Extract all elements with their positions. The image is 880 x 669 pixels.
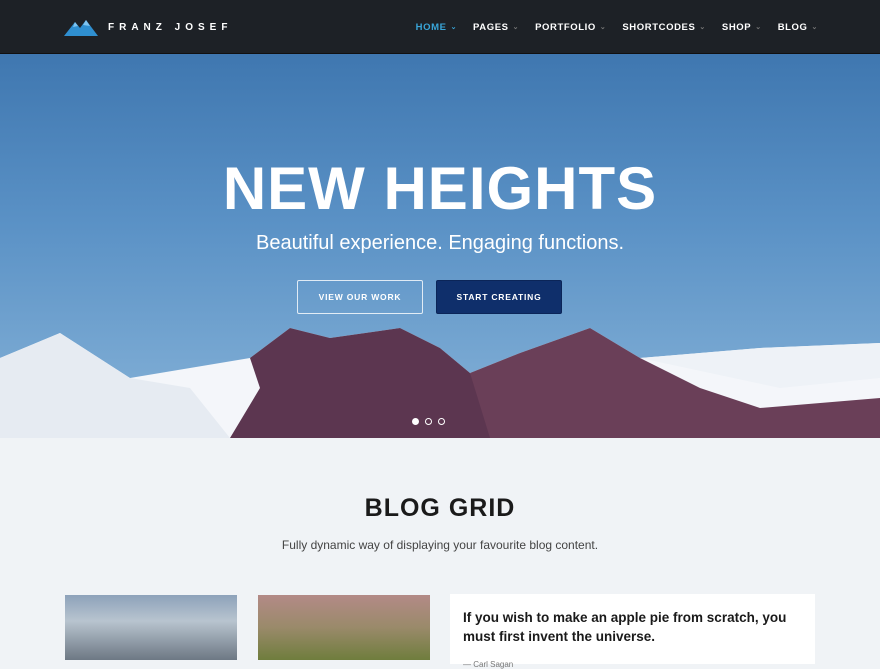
nav-label: HOME [415,21,447,33]
nav-item-blog[interactable]: BLOG ⌄ [778,22,818,33]
hero-subtitle: Beautiful experience. Engaging functions… [255,232,625,254]
logo-text: FRANZ JOSEF [108,21,233,33]
nav-item-home[interactable]: HOME ⌄ [416,22,457,33]
main-nav: HOME ⌄ PAGES ⌄ PORTFOLIO ⌄ SHORTCODES ⌄ SHOP… [400,0,818,54]
blog-section-subtitle: Fully dynamic way of displaying your fav… [281,538,599,552]
chevron-down-icon: ⌄ [450,24,458,31]
nav-label: PORTFOLIO [535,21,596,33]
nav-label: SHOP [721,21,752,33]
chevron-down-icon: ⌄ [599,24,607,31]
hero-slider: NEW HEIGHTS Beautiful experience. Engagi… [0,54,880,438]
nav-item-shortcodes[interactable]: SHORTCODES ⌄ [622,22,706,33]
quote-text: If you wish to make an apple pie from sc… [463,610,787,644]
chevron-down-icon: ⌄ [755,24,762,31]
blog-quote-card[interactable]: If you wish to make an apple pie from sc… [450,594,815,669]
slider-dots [412,418,451,425]
view-our-work-button[interactable]: VIEW OUR WORK [297,280,423,314]
chevron-down-icon: ⌄ [699,24,706,31]
nav-label: BLOG [777,21,808,33]
nav-item-shop[interactable]: SHOP ⌄ [722,22,762,33]
nav-item-pages[interactable]: PAGES ⌄ [473,22,519,33]
nav-label: PAGES [473,21,509,33]
slider-dot-3[interactable] [438,418,445,425]
blog-section-title: BLOG GRID [364,494,516,522]
nav-item-portfolio[interactable]: PORTFOLIO ⌄ [535,22,606,33]
start-creating-button[interactable]: START CREATING [436,280,562,314]
nav-label: SHORTCODES [622,21,696,33]
blog-card-image-garden[interactable] [258,595,430,660]
blog-card-image-street[interactable] [65,595,237,660]
slider-dot-2[interactable] [425,418,432,425]
slider-dot-1[interactable] [412,418,419,425]
chevron-down-icon: ⌄ [512,24,520,31]
site-logo[interactable]: FRANZ JOSEF [64,17,232,37]
mountain-logo-icon [64,20,98,36]
top-navbar: FRANZ JOSEF HOME ⌄ PAGES ⌄ PORTFOLIO ⌄ SHOR… [0,0,880,54]
quote-author: — Carl Sagan [463,660,514,669]
chevron-down-icon: ⌄ [811,24,818,31]
hero-title: NEW HEIGHTS [222,155,658,222]
